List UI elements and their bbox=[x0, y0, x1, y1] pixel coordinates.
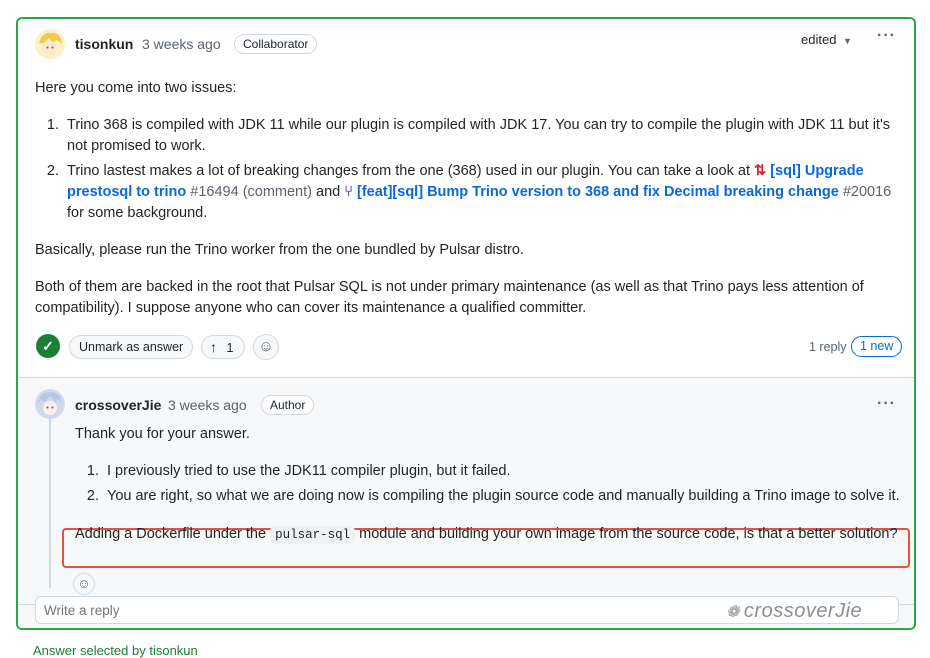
watermark-text: crossoverJie bbox=[743, 600, 863, 622]
edited-label: edited bbox=[801, 32, 837, 47]
discussion-comment-card: tisonkun 3 weeks ago Collaborator edited… bbox=[16, 17, 916, 630]
highlight-text-post: module and building your own image from … bbox=[359, 526, 898, 542]
add-reaction-button[interactable]: ☺ bbox=[253, 334, 279, 360]
comment-timestamp[interactable]: 3 weeks ago bbox=[142, 36, 221, 52]
watermark: ❁ crossoverJie bbox=[726, 600, 862, 623]
more-options-icon[interactable]: ··· bbox=[877, 27, 896, 45]
pr-closed-icon: ⇅ bbox=[754, 163, 767, 179]
pr-number-16494[interactable]: #16494 bbox=[190, 184, 238, 200]
reply-count[interactable]: 1 reply bbox=[809, 340, 847, 354]
author-badge: Author bbox=[261, 395, 315, 415]
avatar-tisonkun[interactable] bbox=[35, 29, 65, 59]
reply-timestamp[interactable]: 3 weeks ago bbox=[168, 397, 247, 413]
pr-number-20016[interactable]: #20016 bbox=[843, 184, 891, 200]
pr-link-20016-title: [feat][sql] Bump Trino version to 368 an… bbox=[356, 184, 839, 200]
reply-add-reaction-button[interactable]: ☺ bbox=[73, 573, 95, 595]
avatar-image bbox=[35, 389, 65, 419]
reply-item-2-text: You are right, so what we are doing now … bbox=[107, 488, 900, 504]
avatar-image bbox=[35, 29, 65, 59]
paragraph-2: Basically, please run the Trino worker f… bbox=[35, 242, 524, 258]
reply-item-2: You are right, so what we are doing now … bbox=[103, 486, 905, 507]
reply-more-options-icon[interactable]: ··· bbox=[877, 395, 896, 413]
issue-item-2: Trino lastest makes a lot of breaking ch… bbox=[63, 161, 895, 224]
reply-author[interactable]: crossoverJie bbox=[75, 397, 161, 413]
reply-item-1: I previously tried to use the JDK11 comp… bbox=[103, 461, 905, 482]
new-replies-badge[interactable]: 1 new bbox=[851, 336, 903, 357]
pr-merged-icon: ⑂ bbox=[344, 184, 353, 200]
issue-item-1-text: Trino 368 is compiled with JDK 11 while … bbox=[67, 117, 890, 154]
module-code: pulsar-sql bbox=[270, 526, 356, 544]
reply-intro: Thank you for your answer. bbox=[75, 426, 250, 442]
and-text: and bbox=[316, 184, 341, 200]
upvote-count: 1 bbox=[226, 341, 234, 355]
arrow-up-icon: ↑ bbox=[210, 339, 217, 355]
issue-item-2-text: Trino lastest makes a lot of breaking ch… bbox=[67, 163, 750, 179]
unmark-answer-button[interactable]: Unmark as answer bbox=[69, 335, 194, 359]
issues-list: Trino 368 is compiled with JDK 11 while … bbox=[35, 115, 895, 224]
avatar-crossoverjie[interactable] bbox=[35, 389, 65, 419]
reply-item-1-text: I previously tried to use the JDK11 comp… bbox=[107, 463, 511, 479]
reply-thread: crossoverJie 3 weeks ago Author ··· Than… bbox=[18, 377, 914, 628]
comment-body: Here you come into two issues: Trino 368… bbox=[35, 78, 895, 319]
reply-list: I previously tried to use the JDK11 comp… bbox=[75, 461, 905, 507]
highlight-text-pre: Adding a Dockerfile under the bbox=[75, 526, 267, 542]
highlighted-question: Adding a Dockerfile under the pulsar-sql… bbox=[75, 522, 905, 546]
chevron-down-icon: ▼ bbox=[843, 36, 852, 46]
upvote-button[interactable]: ↑ 1 bbox=[201, 335, 245, 359]
comment-suffix[interactable]: (comment) bbox=[243, 184, 312, 200]
wechat-icon: ❁ bbox=[726, 604, 740, 621]
reply-smiley-icon: ☺ bbox=[77, 576, 91, 591]
reply-body: Thank you for your answer. I previously … bbox=[75, 424, 905, 507]
answer-check-icon[interactable]: ✓ bbox=[36, 334, 60, 358]
thread-line bbox=[49, 418, 51, 588]
background-text: for some background. bbox=[67, 205, 208, 221]
intro-paragraph: Here you come into two issues: bbox=[35, 80, 237, 96]
collaborator-badge: Collaborator bbox=[234, 34, 318, 54]
pr-link-20016[interactable]: [feat][sql] Bump Trino version to 368 an… bbox=[357, 184, 839, 200]
smiley-icon: ☺ bbox=[258, 338, 274, 355]
issue-item-1: Trino 368 is compiled with JDK 11 while … bbox=[63, 115, 895, 157]
edited-dropdown[interactable]: edited ▼ bbox=[801, 32, 852, 47]
comment-author[interactable]: tisonkun bbox=[75, 36, 133, 52]
paragraph-3: Both of them are backed in the root that… bbox=[35, 279, 864, 316]
unmark-answer-label: Unmark as answer bbox=[79, 340, 184, 354]
